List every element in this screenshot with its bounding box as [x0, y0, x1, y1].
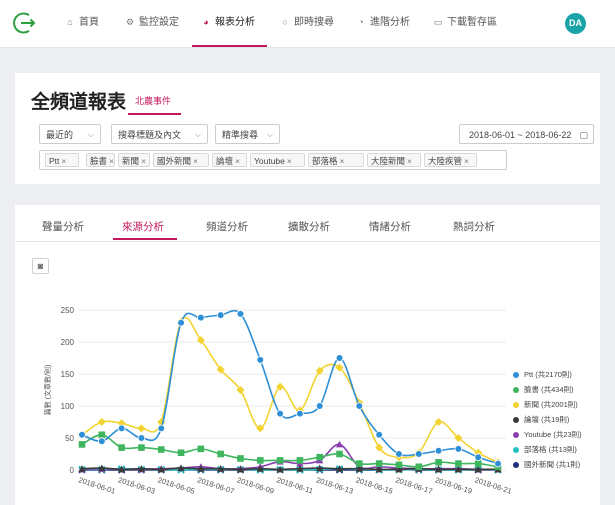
legend-item[interactable]: 部落格 (共13則): [513, 444, 577, 456]
x-tick-label: 2018-06-09: [236, 475, 275, 495]
data-point: [256, 457, 264, 464]
data-point: [97, 418, 106, 426]
legend-dot: [513, 401, 519, 408]
data-point: [415, 463, 423, 471]
data-point: [177, 449, 185, 457]
data-point: [137, 434, 146, 442]
legend-item[interactable]: 臉書 (共434則): [513, 384, 574, 396]
x-tick-label: 2018-06-11: [275, 475, 314, 495]
data-point: [435, 459, 442, 466]
data-point: [494, 459, 502, 468]
legend-label: Youtube (共23則): [524, 430, 582, 439]
data-point: [98, 437, 106, 446]
y-tick-label: 200: [61, 338, 75, 347]
legend-item[interactable]: Ptt (共2170則): [513, 369, 572, 381]
data-point: [98, 431, 106, 439]
legend-dot: [513, 386, 519, 393]
data-point: [78, 430, 86, 439]
data-point: [395, 461, 403, 469]
data-point: [355, 402, 364, 410]
x-tick-label: 2018-06-17: [394, 475, 433, 495]
data-point: [336, 450, 343, 458]
data-point: [455, 460, 462, 467]
y-tick-label: 50: [65, 434, 74, 443]
data-point: [454, 445, 463, 453]
y-tick-label: 0: [70, 466, 75, 475]
legend-label: 論壇 (共19則): [524, 415, 570, 424]
data-point: [395, 450, 403, 458]
y-axis-label: 篇數 (文章數/則): [43, 365, 52, 416]
data-point: [217, 450, 224, 458]
data-point: [375, 430, 383, 439]
data-point: [118, 444, 125, 451]
legend-label: 國外新聞 (共1則): [524, 460, 581, 469]
data-point: [237, 455, 244, 462]
data-point: [276, 409, 284, 418]
data-point: [296, 409, 304, 418]
series-line: [81, 309, 499, 465]
data-point: [474, 460, 482, 467]
legend-label: 臉書 (共434則): [524, 385, 574, 394]
data-point: [197, 313, 205, 322]
legend-dot: [513, 371, 519, 378]
legend-label: 新聞 (共2001則): [524, 400, 578, 409]
x-tick-label: 2018-06-13: [315, 475, 354, 495]
legend-item[interactable]: 新聞 (共2001則): [513, 399, 578, 411]
legend-dot: [513, 431, 519, 438]
data-point: [256, 356, 265, 364]
data-point: [117, 424, 126, 433]
legend-item[interactable]: Youtube (共23則): [513, 429, 582, 441]
legend-dot: [513, 446, 519, 453]
data-point: [316, 453, 324, 461]
data-point: [216, 311, 225, 319]
data-point: [157, 446, 165, 453]
data-point: [157, 424, 166, 433]
legend-label: Ptt (共2170則): [524, 370, 572, 379]
legend-label: 部落格 (共13則): [524, 445, 577, 454]
y-tick-label: 150: [61, 370, 75, 379]
x-tick-label: 2018-06-19: [434, 475, 473, 495]
data-point: [356, 460, 363, 467]
x-tick-label: 2018-06-15: [355, 475, 394, 495]
legend-item[interactable]: 國外新聞 (共1則): [513, 459, 580, 471]
data-point: [315, 402, 324, 410]
x-tick-label: 2018-06-01: [77, 475, 116, 495]
y-tick-label: 100: [61, 402, 75, 411]
data-point: [335, 354, 344, 362]
data-point: [138, 444, 145, 451]
x-tick-label: 2018-06-07: [196, 475, 235, 495]
data-point: [375, 460, 383, 467]
legend-dot: [513, 461, 519, 468]
y-tick-label: 250: [61, 306, 75, 315]
data-point: [137, 424, 146, 433]
data-point: [197, 445, 205, 453]
data-point: [78, 441, 86, 448]
data-point: [474, 453, 482, 462]
legend-item[interactable]: 論壇 (共19則): [513, 414, 569, 426]
data-point: [236, 310, 245, 318]
legend-dot: [513, 416, 519, 423]
data-point: [296, 457, 304, 464]
x-tick-label: 2018-06-21: [474, 475, 513, 495]
data-point: [276, 457, 284, 464]
data-point: [434, 446, 443, 455]
x-tick-label: 2018-06-03: [117, 475, 156, 495]
x-tick-label: 2018-06-05: [157, 475, 196, 495]
data-point: [177, 318, 185, 327]
series-line: [81, 316, 499, 464]
data-point: [414, 450, 423, 458]
